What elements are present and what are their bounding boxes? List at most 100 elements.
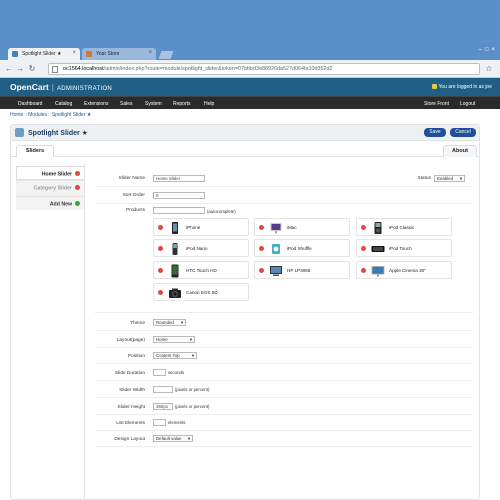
theme-select[interactable]: Rounded ▼ [153, 319, 186, 326]
product-name: Canon EOS 5D [186, 290, 218, 295]
chevron-down-icon: ▼ [189, 337, 193, 342]
remove-product-icon[interactable] [361, 225, 366, 230]
remove-product-icon[interactable] [259, 225, 264, 230]
menu-help[interactable]: Help [204, 101, 214, 107]
logged-in-text: You are logged in as joe [438, 84, 492, 90]
product-name: iMac [287, 225, 297, 230]
slider-tab-label: Home Slider [41, 171, 72, 178]
remove-product-icon[interactable] [259, 246, 264, 251]
menu-dashboard[interactable]: Dashboard [18, 101, 42, 107]
product-item: Apple Cinema 30" [356, 261, 452, 279]
bookmark-star-icon[interactable]: ☆ [484, 64, 494, 74]
menu-extensions[interactable]: Extensions [84, 101, 108, 107]
brand-logo: OpenCart | ADMINISTRATION [10, 82, 113, 92]
ipod-touch-thumbnail [371, 246, 385, 252]
browser-tab-title: Your Store [96, 51, 120, 57]
position-label: Position [127, 354, 145, 359]
product-item: iPod Touch [356, 239, 452, 257]
product-name: iPod Shuffle [287, 246, 312, 251]
browser-toolbar: ← → ↻ oc1564.localhost/admin/index.php?r… [0, 60, 500, 78]
menu-sales[interactable]: Sales [120, 101, 133, 107]
remove-icon[interactable] [75, 171, 80, 176]
slider-height-hint: (pixels or percent) [175, 404, 210, 409]
slider-tab-home[interactable]: Home Slider [16, 166, 84, 180]
design-layout-select[interactable]: Default value ▼ [153, 435, 193, 442]
breadcrumb-home[interactable]: Home [10, 112, 23, 118]
row-divider [95, 347, 473, 348]
breadcrumb-modules[interactable]: Modules [28, 112, 47, 118]
reload-icon[interactable]: ↻ [27, 64, 37, 74]
page-favicon-icon [12, 51, 18, 57]
slider-width-hint: (pixels or percent) [175, 387, 210, 392]
remove-product-icon[interactable] [158, 246, 163, 251]
browser-tab[interactable]: Your Store × [82, 48, 156, 60]
slider-tab-add-new[interactable]: Add New [16, 196, 84, 210]
browser-tab-active[interactable]: Spotlight Slider ★ × [8, 48, 80, 60]
remove-product-icon[interactable] [361, 246, 366, 251]
product-item: HP LP3065 [254, 261, 350, 279]
ipod-shuffle-thumbnail [272, 244, 280, 254]
remove-product-icon[interactable] [361, 268, 366, 273]
tab-sliders[interactable]: Sliders [16, 145, 54, 157]
slider-name-label: Slider Name [118, 176, 145, 181]
chevron-down-icon: ▼ [459, 176, 463, 181]
layout-select[interactable]: Home ▼ [153, 336, 195, 343]
products-autocomplete-input[interactable] [153, 207, 205, 214]
breadcrumb-current[interactable]: Spotlight Slider ★ [52, 112, 92, 118]
forward-arrow-icon[interactable]: → [15, 64, 25, 74]
admin-header: OpenCart | ADMINISTRATION You are logged i… [0, 78, 500, 96]
page-icon [52, 66, 58, 73]
row-divider [95, 312, 473, 313]
chevron-down-icon: ▼ [187, 436, 191, 441]
slider-tab-category[interactable]: Category Slider [16, 180, 84, 194]
menu-system[interactable]: System [145, 101, 162, 107]
close-tab-icon[interactable]: × [148, 50, 152, 56]
sort-order-input[interactable]: 0 [153, 192, 205, 199]
remove-product-icon[interactable] [158, 268, 163, 273]
imac-thumbnail [270, 223, 282, 234]
remove-product-icon[interactable] [158, 225, 163, 230]
tab-about[interactable]: About [443, 145, 477, 157]
brand-section: ADMINISTRATION [56, 86, 113, 92]
slider-height-input[interactable]: 350px [153, 403, 173, 410]
slide-duration-input[interactable] [153, 369, 166, 376]
menu-logout[interactable]: Logout [460, 101, 475, 107]
slider-width-input[interactable] [153, 386, 173, 393]
product-item: iMac [254, 218, 350, 236]
design-layout-label: Design Layout [114, 437, 145, 442]
theme-value: Rounded [156, 320, 174, 325]
camera-thumbnail [169, 288, 181, 298]
logged-in-status: You are logged in as joe [431, 84, 492, 90]
list-elements-label: List Elements [116, 421, 145, 426]
remove-product-icon[interactable] [158, 290, 163, 295]
close-tab-icon[interactable]: × [72, 50, 76, 56]
product-item: Canon EOS 5D [153, 283, 249, 301]
module-icon [15, 128, 24, 137]
remove-icon[interactable] [75, 185, 80, 190]
cancel-button[interactable]: Cancel [450, 128, 476, 137]
row-divider [95, 380, 473, 381]
list-elements-input[interactable] [153, 419, 166, 426]
url-path: /admin/index.php?route=module/spotlight_… [103, 66, 333, 72]
window-controls[interactable]: –□× [466, 47, 498, 57]
slide-duration-label: Slide Duration [114, 371, 145, 376]
product-name: HTC Touch HD [186, 268, 217, 273]
menu-reports[interactable]: Reports [173, 101, 191, 107]
remove-product-icon[interactable] [259, 268, 264, 273]
position-select[interactable]: Content Top ▼ [153, 352, 197, 359]
address-bar[interactable]: oc1564.localhost/admin/index.php?route=m… [48, 63, 480, 75]
menu-catalog[interactable]: Catalog [55, 101, 72, 107]
status-select[interactable]: Enabled ▼ [434, 175, 465, 182]
row-divider [95, 203, 473, 204]
iphone-thumbnail [172, 222, 178, 234]
panel-tabs [11, 141, 479, 157]
row-divider [95, 397, 473, 398]
product-name: HP LP3065 [287, 268, 311, 273]
htc-touch-hd-thumbnail [171, 264, 179, 278]
slider-height-label: Slider Height [117, 405, 145, 410]
menu-store-front[interactable]: Store Front [424, 101, 449, 107]
save-button[interactable]: Save [424, 128, 446, 137]
back-arrow-icon[interactable]: ← [4, 64, 14, 74]
slider-name-input[interactable]: Home Slider [153, 175, 205, 182]
add-icon[interactable] [75, 201, 80, 206]
